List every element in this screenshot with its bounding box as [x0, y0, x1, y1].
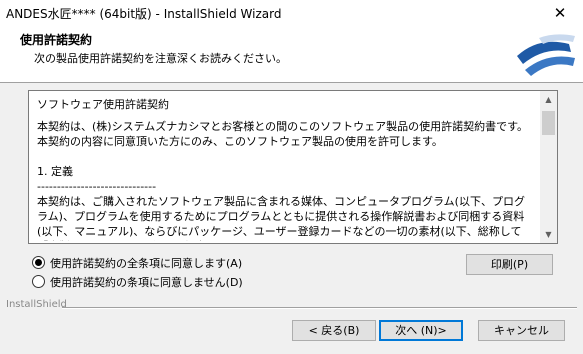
accept-radio-icon[interactable]: [32, 256, 45, 269]
decline-radio-icon[interactable]: [32, 275, 45, 288]
license-text-area[interactable]: ソフトウェア使用許諾契約本契約は、(株)システムズナカシマとお客様との間のこのソ…: [37, 97, 533, 241]
cancel-button[interactable]: キャンセル: [478, 320, 565, 341]
scroll-down-icon[interactable]: ▼: [540, 226, 557, 243]
vertical-scrollbar[interactable]: ▲ ▼: [540, 91, 557, 243]
wizard-header: 使用許諾契約 次の製品使用許諾契約を注意深くお読みください。: [0, 26, 583, 83]
print-button[interactable]: 印刷(P): [466, 254, 553, 275]
accept-label: 使用許諾契約の全条項に同意します(A): [50, 257, 243, 270]
license-body: 本契約は、(株)システムズナカシマとお客様との間のこのソフトウェア製品の使用許諾…: [37, 120, 529, 241]
window-title: ANDES水匠**** (64bit版) - InstallShield Wiz…: [6, 7, 282, 21]
decline-label: 使用許諾契約の条項に同意しません(D): [50, 276, 243, 289]
installshield-logo-icon: [517, 34, 575, 76]
scroll-up-icon[interactable]: ▲: [540, 91, 557, 108]
footer-divider: [62, 307, 577, 309]
installshield-brand: InstallShield: [6, 299, 67, 310]
accept-radio-option[interactable]: 使用許諾契約の全条項に同意します(A): [32, 255, 242, 271]
license-agreement-box[interactable]: ソフトウェア使用許諾契約本契約は、(株)システムズナカシマとお客様との間のこのソ…: [28, 90, 558, 244]
decline-radio-option[interactable]: 使用許諾契約の条項に同意しません(D): [32, 274, 243, 290]
page-subtitle: 次の製品使用許諾契約を注意深くお読みください。: [34, 52, 287, 65]
close-icon[interactable]: ✕: [537, 0, 583, 26]
page-title: 使用許諾契約: [20, 33, 93, 47]
next-button[interactable]: 次へ (N)>: [379, 320, 463, 341]
back-button[interactable]: < 戻る(B): [292, 320, 376, 341]
license-heading: ソフトウェア使用許諾契約: [37, 98, 169, 111]
title-bar: ANDES水匠**** (64bit版) - InstallShield Wiz…: [0, 0, 583, 27]
scroll-thumb[interactable]: [542, 111, 555, 135]
